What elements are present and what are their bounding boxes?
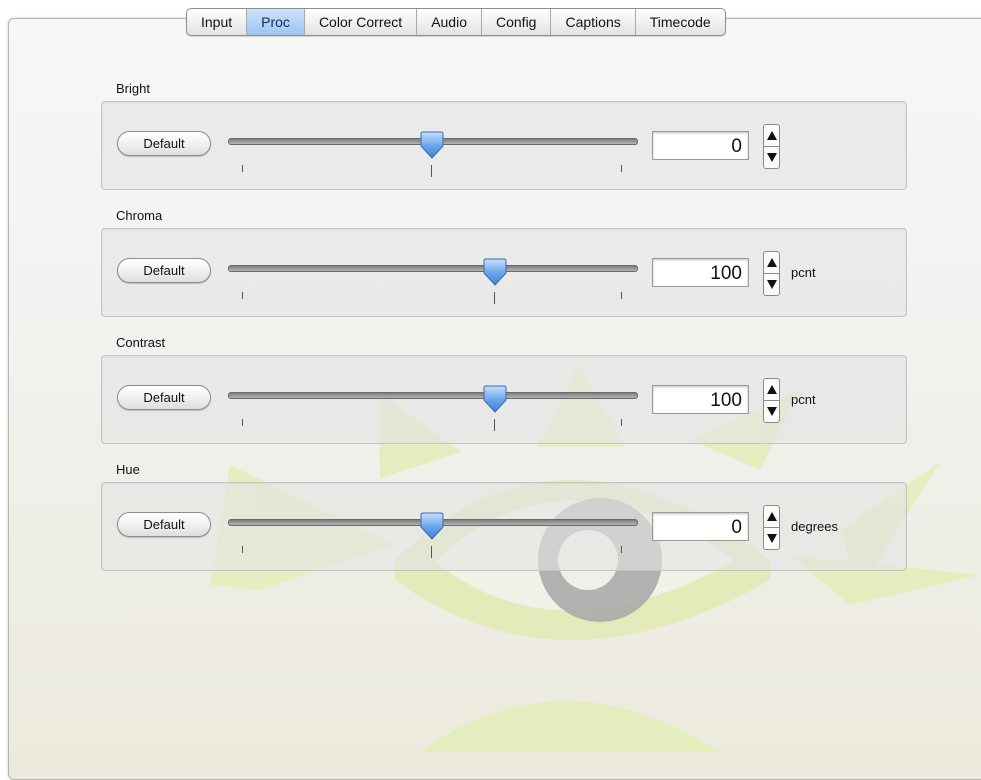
hue-default-button[interactable]: Default [117, 512, 211, 537]
bright-value-field[interactable]: 0 [652, 131, 749, 160]
bright-default-button[interactable]: Default [117, 131, 211, 156]
chroma-group: Default 100 pcnt [101, 228, 907, 317]
contrast-stepper[interactable] [763, 378, 780, 423]
bright-tick-max [621, 165, 622, 172]
down-arrow-icon[interactable] [764, 401, 779, 422]
hue-section-title: Hue [116, 462, 140, 477]
tab-config[interactable]: Config [482, 9, 552, 35]
contrast-tick-value [494, 419, 495, 431]
up-arrow-icon[interactable] [764, 506, 779, 528]
chroma-unit: pcnt [791, 265, 816, 280]
tab-input[interactable]: Input [187, 9, 248, 35]
hue-tick-max [621, 546, 622, 553]
hue-stepper[interactable] [763, 505, 780, 550]
contrast-slider-track[interactable] [228, 392, 638, 399]
hue-tick-value [431, 546, 432, 558]
tab-color-correct[interactable]: Color Correct [305, 9, 418, 35]
bright-tick-min [242, 165, 243, 172]
hue-tick-min [242, 546, 243, 553]
hue-unit: degrees [791, 519, 838, 534]
down-arrow-icon[interactable] [764, 274, 779, 295]
bright-slider-thumb-icon[interactable] [419, 131, 445, 159]
contrast-section-title: Contrast [116, 335, 166, 350]
contrast-default-button[interactable]: Default [117, 385, 211, 410]
contrast-slider-thumb-icon[interactable] [482, 385, 508, 413]
chroma-tick-min [242, 292, 243, 299]
tab-captions[interactable]: Captions [551, 9, 636, 35]
contrast-unit: pcnt [791, 392, 816, 407]
chroma-tick-value [494, 292, 495, 304]
tab-audio[interactable]: Audio [417, 9, 482, 35]
chroma-slider-track[interactable] [228, 265, 638, 272]
contrast-tick-max [621, 419, 622, 426]
chroma-section-title: Chroma [116, 208, 163, 223]
hue-value-field[interactable]: 0 [652, 512, 749, 541]
hue-slider-thumb-icon[interactable] [419, 512, 445, 540]
contrast-group: Default 100 pcnt [101, 355, 907, 444]
tab-proc[interactable]: Proc [247, 9, 305, 35]
contrast-value-field[interactable]: 100 [652, 385, 749, 414]
bright-tick-value [431, 165, 432, 177]
up-arrow-icon[interactable] [764, 379, 779, 401]
bright-stepper[interactable] [763, 124, 780, 169]
contrast-tick-min [242, 419, 243, 426]
down-arrow-icon[interactable] [764, 147, 779, 168]
up-arrow-icon[interactable] [764, 125, 779, 147]
chroma-slider-thumb-icon[interactable] [482, 258, 508, 286]
chroma-default-button[interactable]: Default [117, 258, 211, 283]
hue-group: Default 0 degrees [101, 482, 907, 571]
chroma-value-field[interactable]: 100 [652, 258, 749, 287]
bright-section-title: Bright [116, 81, 150, 96]
chroma-tick-max [621, 292, 622, 299]
tab-timecode[interactable]: Timecode [636, 9, 725, 35]
down-arrow-icon[interactable] [764, 528, 779, 549]
bright-group: Default 0 [101, 101, 907, 190]
tab-bar: Input Proc Color Correct Audio Config Ca… [186, 8, 726, 36]
chroma-stepper[interactable] [763, 251, 780, 296]
up-arrow-icon[interactable] [764, 252, 779, 274]
